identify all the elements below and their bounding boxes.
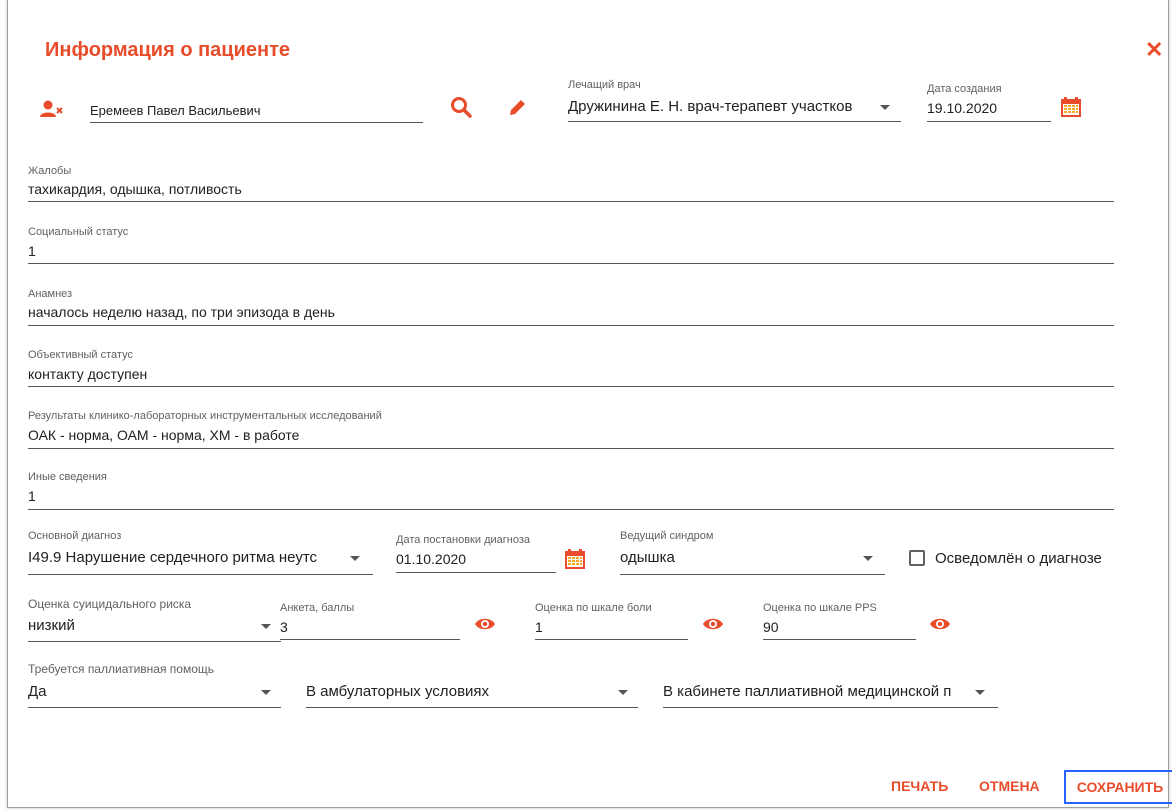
leading-syndrome-label: Ведущий синдром <box>620 530 714 542</box>
leading-syndrome-select[interactable]: одышка <box>620 549 850 566</box>
pencil-icon[interactable] <box>506 97 528 119</box>
survey-score-label: Анкета, баллы <box>280 602 355 614</box>
eye-icon[interactable] <box>702 616 724 632</box>
anamnesis-label: Анамнез <box>28 288 73 300</box>
diagnosis-date-input[interactable]: 01.10.2020 <box>396 551 466 567</box>
objective-status-underline <box>28 386 1114 387</box>
created-label: Дата создания <box>927 83 1002 95</box>
pain-scale-input[interactable]: 1 <box>535 619 543 635</box>
palliative-need-underline <box>28 707 281 708</box>
social-status-input[interactable]: 1 <box>28 243 36 259</box>
doctor-label: Лечащий врач <box>568 79 641 91</box>
palliative-label: Требуется паллиативная помощь <box>28 662 215 676</box>
diagnosis-aware-checkbox[interactable] <box>909 550 925 566</box>
print-button[interactable]: ПЕЧАТЬ <box>891 778 948 794</box>
leading-syndrome-underline <box>620 574 885 575</box>
other-info-underline <box>28 509 1114 510</box>
created-date-input[interactable]: 19.10.2020 <box>927 100 997 116</box>
social-status-underline <box>28 263 1114 264</box>
remove-user-icon[interactable] <box>40 100 64 118</box>
diagnosis-date-label: Дата постановки диагноза <box>396 534 530 546</box>
main-diagnosis-select[interactable]: I49.9 Нарушение сердечного ритма неутс <box>28 549 340 566</box>
suicide-risk-select[interactable]: низкий <box>28 617 248 634</box>
chevron-down-icon[interactable] <box>261 690 271 695</box>
chevron-down-icon[interactable] <box>863 556 873 561</box>
diagnosis-aware-label: Осведомлён о диагнозе <box>935 550 1102 567</box>
search-icon[interactable] <box>450 96 472 118</box>
suicide-risk-underline <box>28 641 281 642</box>
objective-status-input[interactable]: контакту доступен <box>28 366 147 382</box>
chevron-down-icon[interactable] <box>618 690 628 695</box>
patient-name-underline <box>90 122 423 123</box>
results-input[interactable]: ОАК - норма, ОАМ - норма, ХМ - в работе <box>28 427 299 443</box>
patient-info-dialog: Информация о пациенте ✕ Еремеев Павел Ва… <box>7 0 1172 808</box>
other-info-input[interactable]: 1 <box>28 488 36 504</box>
pps-scale-input[interactable]: 90 <box>763 619 779 635</box>
eye-icon[interactable] <box>929 616 951 632</box>
anamnesis-underline <box>28 325 1114 326</box>
chevron-down-icon[interactable] <box>350 556 360 561</box>
social-status-label: Социальный статус <box>28 226 129 238</box>
pain-scale-underline <box>535 639 688 640</box>
chevron-down-icon[interactable] <box>261 624 271 629</box>
main-diagnosis-label: Основной диагноз <box>28 530 122 542</box>
pps-scale-label: Оценка по шкале PPS <box>763 602 877 614</box>
cancel-button[interactable]: ОТМЕНА <box>979 778 1040 794</box>
doctor-underline <box>568 121 901 122</box>
chevron-down-icon[interactable] <box>975 690 985 695</box>
diagnosis-date-underline <box>396 572 556 573</box>
dialog-title: Информация о пациенте <box>45 39 291 61</box>
survey-score-underline <box>280 639 460 640</box>
complaints-input[interactable]: тахикардия, одышка, потливость <box>28 181 242 197</box>
objective-status-label: Объективный статус <box>28 349 133 361</box>
main-diagnosis-underline <box>28 574 373 575</box>
palliative-place-underline <box>663 707 998 708</box>
other-info-label: Иные сведения <box>28 471 107 483</box>
close-icon[interactable]: ✕ <box>1145 39 1163 61</box>
complaints-underline <box>28 201 1114 202</box>
created-underline <box>927 121 1051 122</box>
pain-scale-label: Оценка по шкале боли <box>535 602 652 614</box>
palliative-condition-underline <box>306 707 638 708</box>
palliative-condition-select[interactable]: В амбулаторных условиях <box>306 683 606 700</box>
anamnesis-input[interactable]: началось неделю назад, по три эпизода в … <box>28 304 335 320</box>
calendar-icon[interactable] <box>564 548 586 570</box>
save-button[interactable]: СОХРАНИТЬ <box>1064 770 1172 804</box>
calendar-icon[interactable] <box>1060 96 1082 118</box>
survey-score-input[interactable]: 3 <box>280 619 288 635</box>
palliative-place-select[interactable]: В кабинете паллиативной медицинской п <box>663 683 965 700</box>
results-underline <box>28 448 1114 449</box>
complaints-label: Жалобы <box>28 165 72 177</box>
chevron-down-icon[interactable] <box>880 105 890 110</box>
doctor-select[interactable]: Дружинина Е. Н. врач-терапевт участков <box>568 98 868 115</box>
eye-icon[interactable] <box>474 616 496 632</box>
palliative-need-select[interactable]: Да <box>28 683 248 700</box>
suicide-risk-label: Оценка суицидального риска <box>28 597 192 611</box>
patient-name-field[interactable]: Еремеев Павел Васильевич <box>90 103 261 118</box>
results-label: Результаты клинико-лабораторных инструме… <box>28 410 382 422</box>
pps-scale-underline <box>763 639 916 640</box>
